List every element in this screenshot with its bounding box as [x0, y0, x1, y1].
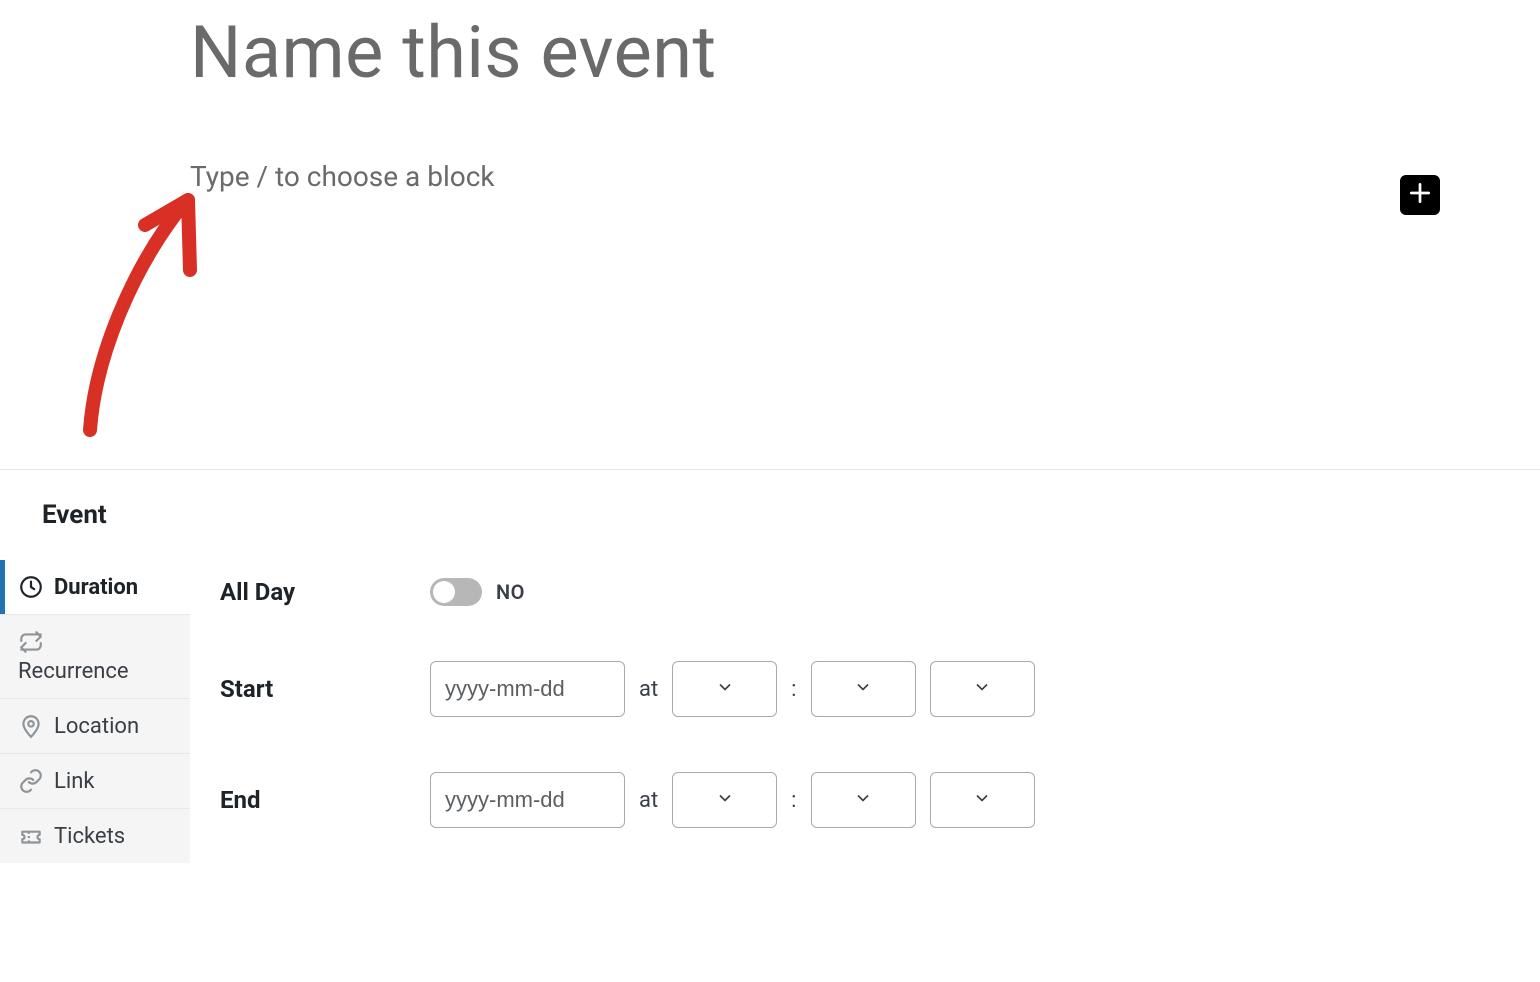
- end-minute-select[interactable]: [811, 772, 916, 828]
- chevron-down-icon: [853, 788, 873, 812]
- start-date-input[interactable]: [430, 661, 625, 717]
- time-colon: :: [791, 677, 796, 702]
- panel-body: Duration Recurrence Location Link: [42, 560, 1540, 883]
- start-ampm-select[interactable]: [930, 661, 1035, 717]
- tab-location[interactable]: Location: [0, 698, 190, 753]
- block-placeholder[interactable]: Type / to choose a block: [190, 160, 1450, 193]
- toggle-knob: [433, 581, 455, 603]
- tab-link[interactable]: Link: [0, 753, 190, 808]
- end-ampm-select[interactable]: [930, 772, 1035, 828]
- tab-label: Tickets: [54, 824, 125, 849]
- allday-toggle[interactable]: [430, 578, 482, 606]
- chevron-down-icon: [972, 677, 992, 701]
- end-label: End: [220, 786, 430, 814]
- tab-duration[interactable]: Duration: [0, 560, 190, 614]
- start-hour-select[interactable]: [672, 661, 777, 717]
- chevron-down-icon: [715, 677, 735, 701]
- event-title-input[interactable]: Name this event: [190, 10, 1090, 95]
- chevron-down-icon: [853, 677, 873, 701]
- start-row: Start at :: [220, 661, 1540, 717]
- duration-form: All Day NO Start at :: [190, 560, 1540, 883]
- allday-value: NO: [496, 580, 525, 604]
- ticket-icon: [18, 823, 44, 849]
- start-minute-select[interactable]: [811, 661, 916, 717]
- pin-icon: [18, 713, 44, 739]
- link-icon: [18, 768, 44, 794]
- editor-canvas: Name this event Type / to choose a block: [0, 0, 1540, 470]
- panel-title: Event: [42, 500, 1540, 530]
- repeat-icon: [18, 629, 44, 655]
- tab-label: Location: [54, 714, 139, 739]
- event-tabs: Duration Recurrence Location Link: [0, 560, 190, 883]
- end-hour-select[interactable]: [672, 772, 777, 828]
- start-label: Start: [220, 675, 430, 703]
- tab-tickets[interactable]: Tickets: [0, 808, 190, 863]
- allday-row: All Day NO: [220, 578, 1540, 606]
- tab-recurrence[interactable]: Recurrence: [0, 614, 190, 698]
- chevron-down-icon: [972, 788, 992, 812]
- tab-label: Recurrence: [18, 659, 172, 684]
- at-label: at: [639, 788, 658, 813]
- end-date-input[interactable]: [430, 772, 625, 828]
- tab-label: Duration: [54, 575, 138, 600]
- chevron-down-icon: [715, 788, 735, 812]
- plus-icon: [1407, 180, 1433, 210]
- at-label: at: [639, 677, 658, 702]
- add-block-button[interactable]: [1400, 175, 1440, 215]
- tab-label: Link: [54, 769, 95, 794]
- event-panel: Event Duration Recurrence Location: [0, 470, 1540, 883]
- allday-label: All Day: [220, 578, 430, 606]
- block-row: Type / to choose a block: [190, 160, 1450, 193]
- annotation-arrow: [60, 180, 220, 440]
- time-colon: :: [791, 788, 796, 813]
- end-row: End at :: [220, 772, 1540, 828]
- clock-icon: [18, 574, 44, 600]
